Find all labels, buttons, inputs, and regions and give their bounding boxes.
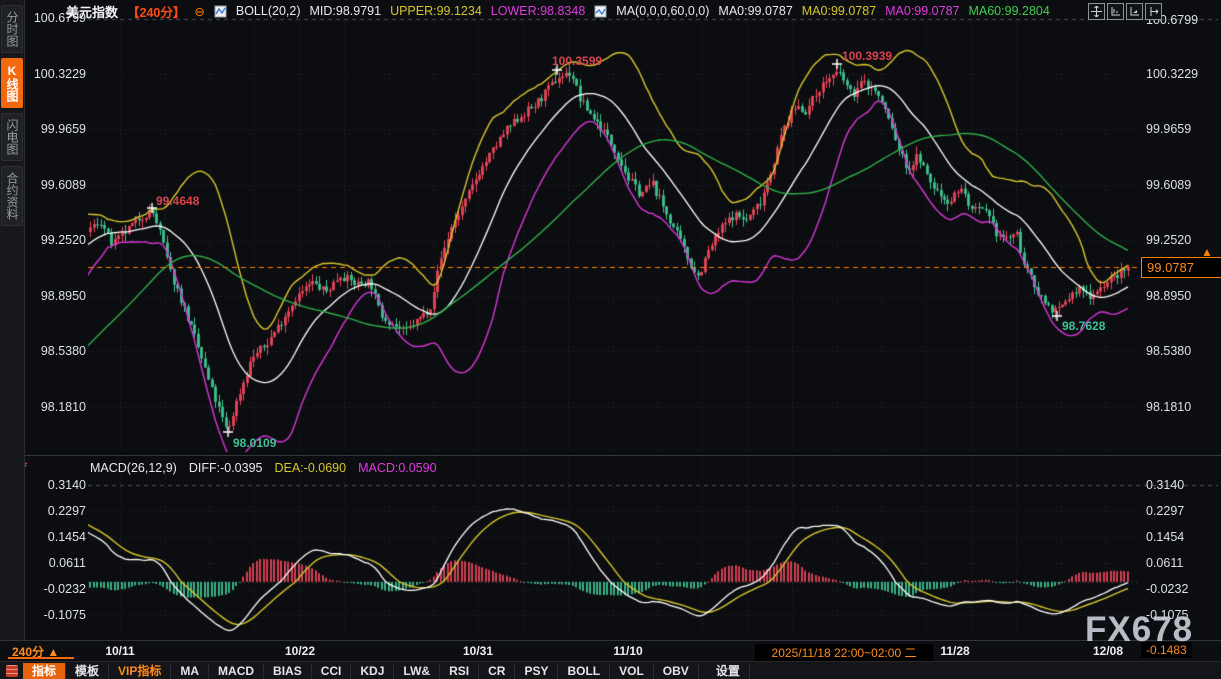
boll-mid-value: MID:98.9791 <box>309 4 381 18</box>
sidebar-item-kline-chart[interactable]: K线图 <box>1 58 23 108</box>
time-axis: 240分 ▲ 10/11 10/22 10/31 11/10 2025/11/1… <box>0 640 1221 662</box>
chart-tools <box>1088 3 1162 20</box>
indicator-toolbar: 指标 模板 VIP指标 MA MACD BIAS CCI KDJ LW& RSI… <box>0 661 1221 679</box>
price-axis-right-label: 98.1810 <box>1146 399 1218 415</box>
macd-dea-value: DEA:-0.0690 <box>274 461 346 475</box>
chart-header: 美元指数 【240分】 ⊖ BOLL(20,2) MID:98.9791 UPP… <box>66 3 1050 19</box>
sidebar-item-timeline-chart[interactable]: 分时图 <box>1 5 23 53</box>
price-axis-right-label: 98.5380 <box>1146 343 1218 359</box>
price-axis-right-label: 98.8950 <box>1146 288 1218 304</box>
sidebar: 分时图 K线图 闪电图 合约资料 <box>0 0 25 640</box>
macd-axis-right-label: 0.1454 <box>1146 529 1218 545</box>
collapse-indicator-icon[interactable]: ⊖ <box>194 4 204 19</box>
toolbar-item-bias[interactable]: BIAS <box>264 663 312 679</box>
axis-scale-left-icon[interactable] <box>1107 3 1124 20</box>
latest-price-arrow-icon[interactable]: ▲ <box>1201 245 1213 259</box>
price-axis-left-label: 99.9659 <box>28 121 86 137</box>
date-tick: 11/10 <box>588 644 668 658</box>
period-underline <box>8 657 74 659</box>
ma0-value-1: MA0:99.0787 <box>718 4 792 18</box>
macd-axis-left-label: 0.0611 <box>28 555 86 571</box>
toolbar-item-boll[interactable]: BOLL <box>558 663 610 679</box>
macd-axis-left-label: 0.3140 <box>28 477 86 493</box>
macd-axis-right-label: -0.0232 <box>1146 581 1218 597</box>
price-axis-left-label: 98.1810 <box>28 399 86 415</box>
macd-axis-right-label: 0.0611 <box>1146 555 1218 571</box>
macd-axis-left-label: -0.0232 <box>28 581 86 597</box>
date-tick: 10/22 <box>260 644 340 658</box>
low-annotation: 98.7628 <box>1062 319 1105 333</box>
price-axis-left-label: 98.5380 <box>28 343 86 359</box>
toolbar-item-vol[interactable]: VOL <box>610 663 654 679</box>
ma0-value-2: MA0:99.0787 <box>802 4 876 18</box>
price-axis-left-label: 99.2520 <box>28 232 86 248</box>
ma-params: MA(0,0,0,60,0,0) <box>616 4 709 18</box>
price-axis-right-label: 99.9659 <box>1146 121 1218 137</box>
macd-diff-value: DIFF:-0.0395 <box>189 461 263 475</box>
toolbar-item-psy[interactable]: PSY <box>515 663 558 679</box>
toolbar-item-cr[interactable]: CR <box>479 663 515 679</box>
high-annotation: 100.3939 <box>842 49 892 63</box>
macd-axis-right-label: 0.3140 <box>1146 477 1218 493</box>
sidebar-item-contract-info[interactable]: 合约资料 <box>1 166 23 226</box>
boll-params: BOLL(20,2) <box>236 4 301 18</box>
symbol-title: 美元指数 <box>66 2 118 21</box>
toolbar-item-settings[interactable]: 设置 <box>707 663 750 679</box>
toolbar-item-vip-indicators[interactable]: VIP指标 <box>109 663 171 679</box>
toolbar-item-obv[interactable]: OBV <box>654 663 699 679</box>
low-annotation: 98.0109 <box>233 436 276 450</box>
macd-axis-left-label: -0.1075 <box>28 607 86 623</box>
toolbar-item-kdj[interactable]: KDJ <box>351 663 394 679</box>
highlighted-datetime: 2025/11/18 22:00~02:00 二 <box>755 644 933 661</box>
period-label[interactable]: 【240分】 <box>127 2 185 21</box>
indicator-grid-icon[interactable] <box>6 665 18 677</box>
boll-indicator-icon[interactable] <box>214 5 227 18</box>
toolbar-item-indicators[interactable]: 指标 <box>23 663 66 679</box>
macd-axis-left-label: 0.1454 <box>28 529 86 545</box>
ma60-value: MA60:99.2804 <box>968 4 1049 18</box>
price-axis-right-label: 100.3229 <box>1146 66 1218 82</box>
pan-tool-icon[interactable] <box>1088 3 1105 20</box>
toolbar-item-templates[interactable]: 模板 <box>66 663 109 679</box>
price-axis-right-label: 99.6089 <box>1146 177 1218 193</box>
toolbar-item-macd[interactable]: MACD <box>209 663 264 679</box>
price-axis-left-label: 98.8950 <box>28 288 86 304</box>
toolbar-item-rsi[interactable]: RSI <box>440 663 479 679</box>
current-price-box: 99.0787 <box>1141 257 1221 278</box>
pane-divider[interactable] <box>24 455 1221 456</box>
macd-params: MACD(26,12,9) <box>90 461 177 475</box>
high-annotation: 99.4648 <box>156 194 199 208</box>
price-axis-left-label: 100.3229 <box>28 66 86 82</box>
pane-expand-right-icon[interactable] <box>1145 3 1162 20</box>
price-axis-left-label: 99.6089 <box>28 177 86 193</box>
ma-indicator-icon[interactable] <box>594 5 607 18</box>
macd-hist-value: MACD:0.0590 <box>358 461 437 475</box>
macd-header: MACD(26,12,9) DIFF:-0.0395 DEA:-0.0690 M… <box>90 460 437 475</box>
date-tick: 10/31 <box>438 644 518 658</box>
trading-chart-window: 分时图 K线图 闪电图 合约资料 美元指数 【240分】 ⊖ BOLL(20,2… <box>0 0 1221 679</box>
toolbar-item-ma[interactable]: MA <box>171 663 209 679</box>
sidebar-item-lightning-chart[interactable]: 闪电图 <box>1 113 23 161</box>
high-annotation: 100.3599 <box>552 54 602 68</box>
boll-upper-value: UPPER:99.1234 <box>390 4 482 18</box>
ma0-value-3: MA0:99.0787 <box>885 4 959 18</box>
toolbar-item-cci[interactable]: CCI <box>312 663 352 679</box>
main-chart-canvas[interactable] <box>0 0 1221 661</box>
date-tick: 10/11 <box>80 644 160 658</box>
axis-zoom-icon[interactable] <box>1126 3 1143 20</box>
toolbar-item-lwr[interactable]: LW& <box>394 663 440 679</box>
macd-axis-right-label: 0.2297 <box>1146 503 1218 519</box>
boll-lower-value: LOWER:98.8348 <box>491 4 586 18</box>
fx678-watermark: FX678 <box>1085 610 1193 650</box>
macd-axis-left-label: 0.2297 <box>28 503 86 519</box>
date-tick: 11/28 <box>915 644 995 658</box>
